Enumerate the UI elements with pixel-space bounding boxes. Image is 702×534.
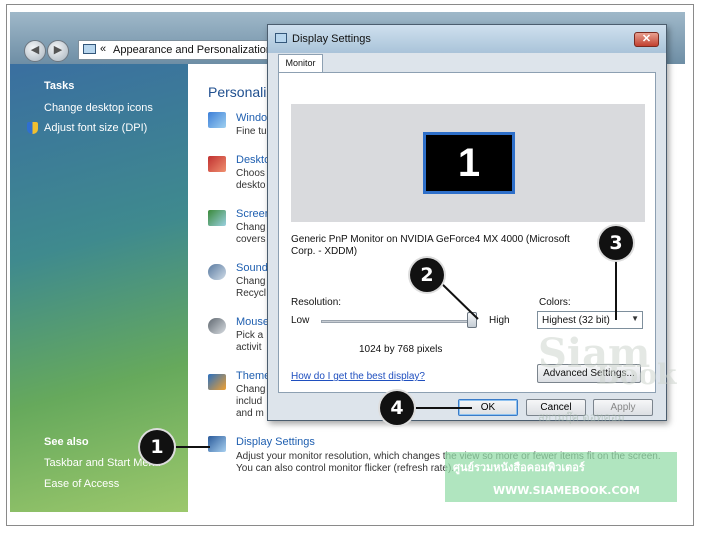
callout-3: 3 [599,226,633,260]
watermark-line2: Book [596,358,677,391]
watermark-banner: ศูนย์รวมหนังสือคอมพิวเตอร์ WWW.SIAMEBOOK… [445,452,677,502]
watermark-thai: สยามบุ๊ค ดอทคอม [538,411,625,424]
callout-4: 4 [380,391,414,425]
callout-2-line [439,281,479,320]
watermark-url: WWW.SIAMEBOOK.COM [493,484,640,497]
callout-1: 1 [140,430,174,464]
watermark: Siam Book สยามบุ๊ค ดอทคอม [538,330,676,430]
watermark-banner-thai: ศูนย์รวมหนังสือคอมพิวเตอร์ [453,461,585,474]
callout-2: 2 [410,258,444,292]
